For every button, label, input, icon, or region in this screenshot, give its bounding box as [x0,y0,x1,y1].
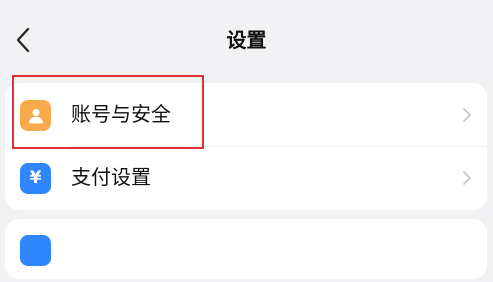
partial-settings-item[interactable] [5,219,487,282]
user-icon [20,100,51,131]
header: 设置 [0,0,493,80]
settings-group-1: 账号与安全 ¥ 支付设置 [5,83,487,210]
account-security-label: 账号与安全 [71,102,171,126]
yen-icon: ¥ [20,163,51,194]
yen-glyph: ¥ [29,168,42,188]
settings-group-2 [5,219,487,279]
payment-settings-label: 支付设置 [71,165,151,189]
account-security-item[interactable]: 账号与安全 [5,83,487,146]
chevron-right-icon [463,108,471,122]
settings-item-icon [20,235,51,266]
page-title: 设置 [226,28,267,52]
chevron-right-icon [463,171,471,185]
payment-settings-item[interactable]: ¥ 支付设置 [5,146,487,209]
